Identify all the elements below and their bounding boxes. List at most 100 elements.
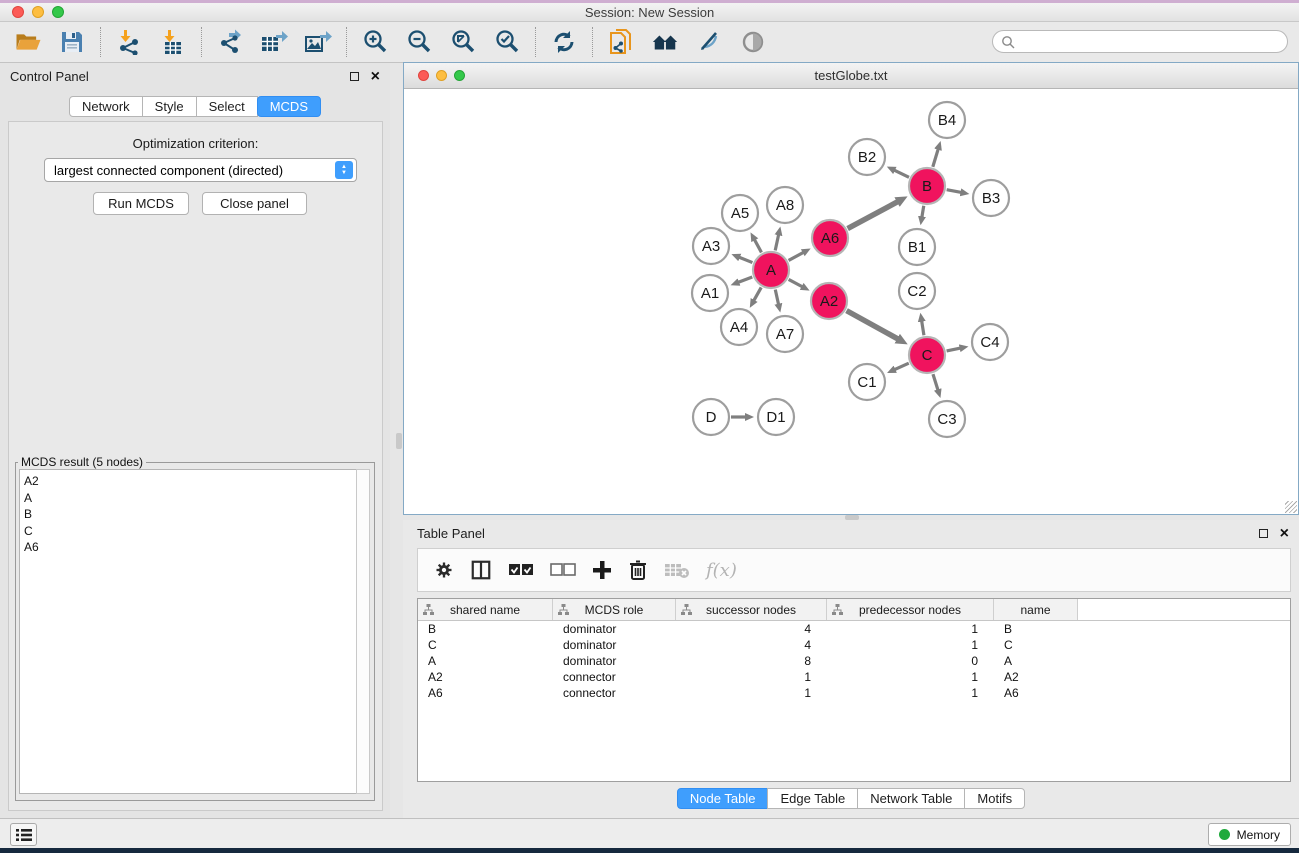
table-row[interactable]: Bdominator41B <box>418 621 1290 637</box>
table-row[interactable]: A6connector11A6 <box>418 685 1290 701</box>
mcds-result-list[interactable]: A2ABCA6 <box>19 469 357 794</box>
table-cell[interactable]: A2 <box>418 670 553 684</box>
table-row[interactable]: Cdominator41C <box>418 637 1290 653</box>
table-cell[interactable]: A6 <box>418 686 553 700</box>
graph-edge-A-A5[interactable] <box>754 239 761 252</box>
zoom-in-button[interactable] <box>361 28 389 56</box>
main-titlebar[interactable]: Session: New Session <box>0 3 1299 22</box>
graph-edge-B-B2[interactable] <box>894 170 909 177</box>
tab-network-table[interactable]: Network Table <box>857 788 965 809</box>
graph-edge-A-A8[interactable] <box>775 234 778 250</box>
graph-edge-B-B3[interactable] <box>947 190 962 193</box>
table-settings-button[interactable] <box>434 560 454 580</box>
close-table-panel-icon[interactable]: × <box>1280 529 1289 538</box>
graph-edge-C-C1[interactable] <box>894 363 908 369</box>
table-cell[interactable]: 1 <box>827 638 994 652</box>
delete-table-button[interactable] <box>664 561 690 579</box>
mcds-result-item[interactable]: B <box>24 506 357 523</box>
graph-edge-A-A2[interactable] <box>789 279 803 286</box>
node-table[interactable]: shared nameMCDS rolesuccessor nodesprede… <box>417 598 1291 782</box>
select-all-columns-button[interactable] <box>508 563 534 577</box>
refresh-button[interactable] <box>550 28 578 56</box>
table-row[interactable]: A2connector11A2 <box>418 669 1290 685</box>
table-cell[interactable]: 8 <box>676 654 827 668</box>
tab-style[interactable]: Style <box>142 96 197 117</box>
table-cell[interactable]: connector <box>553 686 676 700</box>
table-cell[interactable]: A2 <box>994 670 1078 684</box>
memory-button[interactable]: Memory <box>1208 823 1291 846</box>
graph-edge-A-A6[interactable] <box>789 252 804 260</box>
delete-column-button[interactable] <box>628 559 648 581</box>
network-graph-canvas[interactable]: AA1A2A3A4A5A6A7A8BB1B2B3B4CC1C2C3C4DD1 <box>404 89 1298 514</box>
table-cell[interactable]: 4 <box>676 622 827 636</box>
run-mcds-button[interactable]: Run MCDS <box>93 192 189 215</box>
vertical-splitter-handle[interactable] <box>396 433 402 449</box>
show-graphics-details-button[interactable] <box>739 28 767 56</box>
network-window-titlebar[interactable]: testGlobe.txt <box>404 63 1298 89</box>
table-cell[interactable]: A6 <box>994 686 1078 700</box>
close-panel-icon[interactable]: × <box>371 72 380 81</box>
graph-edge-C-C4[interactable] <box>947 348 961 351</box>
open-session-button[interactable] <box>14 28 42 56</box>
table-cell[interactable]: B <box>994 622 1078 636</box>
table-cell[interactable]: 1 <box>827 670 994 684</box>
tab-node-table[interactable]: Node Table <box>677 788 769 809</box>
tab-select[interactable]: Select <box>196 96 258 117</box>
unselect-all-columns-button[interactable] <box>550 563 576 577</box>
table-cell[interactable]: dominator <box>553 654 676 668</box>
float-panel-icon[interactable] <box>350 72 359 81</box>
column-header-MCDS-role[interactable]: MCDS role <box>553 599 676 620</box>
graph-edge-A2-C[interactable] <box>847 311 899 339</box>
table-cell[interactable]: 4 <box>676 638 827 652</box>
function-builder-button[interactable]: f(x) <box>706 560 737 581</box>
tab-motifs[interactable]: Motifs <box>964 788 1025 809</box>
add-column-button[interactable] <box>592 560 612 580</box>
table-cell[interactable]: 1 <box>827 686 994 700</box>
table-cell[interactable]: 1 <box>676 686 827 700</box>
mcds-result-item[interactable]: A <box>24 490 357 507</box>
graph-edge-A-A7[interactable] <box>775 290 778 305</box>
graph-edge-A6-B[interactable] <box>848 202 898 229</box>
search-input[interactable] <box>1015 35 1265 49</box>
import-table-button[interactable] <box>159 28 187 56</box>
table-cell[interactable]: A <box>418 654 553 668</box>
tab-network[interactable]: Network <box>69 96 143 117</box>
table-cell[interactable]: B <box>418 622 553 636</box>
mcds-result-scrollbar[interactable] <box>356 469 370 794</box>
hide-labels-button[interactable] <box>695 28 723 56</box>
graph-edge-A-A1[interactable] <box>738 277 752 282</box>
table-cell[interactable]: dominator <box>553 638 676 652</box>
tab-mcds[interactable]: MCDS <box>257 96 321 117</box>
table-cell[interactable]: dominator <box>553 622 676 636</box>
column-header-predecessor-nodes[interactable]: predecessor nodes <box>827 599 994 620</box>
new-network-from-selection-button[interactable] <box>607 28 635 56</box>
tab-edge-table[interactable]: Edge Table <box>767 788 858 809</box>
table-row[interactable]: Adominator80A <box>418 653 1290 669</box>
graph-edge-C-C2[interactable] <box>922 321 924 336</box>
graph-edge-C-C3[interactable] <box>933 374 938 390</box>
table-cell[interactable]: 1 <box>827 622 994 636</box>
network-resize-handle[interactable] <box>1285 501 1297 513</box>
graph-edge-B-B4[interactable] <box>933 149 938 167</box>
task-history-button[interactable] <box>10 823 37 846</box>
float-table-panel-icon[interactable] <box>1259 529 1268 538</box>
show-columns-button[interactable] <box>470 559 492 581</box>
mcds-result-item[interactable]: C <box>24 523 357 540</box>
table-cell[interactable]: C <box>994 638 1078 652</box>
table-cell[interactable]: A <box>994 654 1078 668</box>
mcds-result-item[interactable]: A2 <box>24 473 357 490</box>
search-field[interactable] <box>992 30 1288 53</box>
table-cell[interactable]: C <box>418 638 553 652</box>
graph-edge-A-A4[interactable] <box>754 287 762 300</box>
table-cell[interactable]: 0 <box>827 654 994 668</box>
zoom-selected-button[interactable] <box>493 28 521 56</box>
zoom-fit-button[interactable] <box>449 28 477 56</box>
close-panel-button[interactable]: Close panel <box>202 192 307 215</box>
export-image-button[interactable] <box>304 28 332 56</box>
mcds-result-item[interactable]: A6 <box>24 539 357 556</box>
save-session-button[interactable] <box>58 28 86 56</box>
column-header-successor-nodes[interactable]: successor nodes <box>676 599 827 620</box>
optimization-criterion-select[interactable]: largest connected component (directed) ▲… <box>44 158 357 182</box>
export-table-button[interactable] <box>260 28 288 56</box>
graph-edge-A-A3[interactable] <box>739 257 753 262</box>
